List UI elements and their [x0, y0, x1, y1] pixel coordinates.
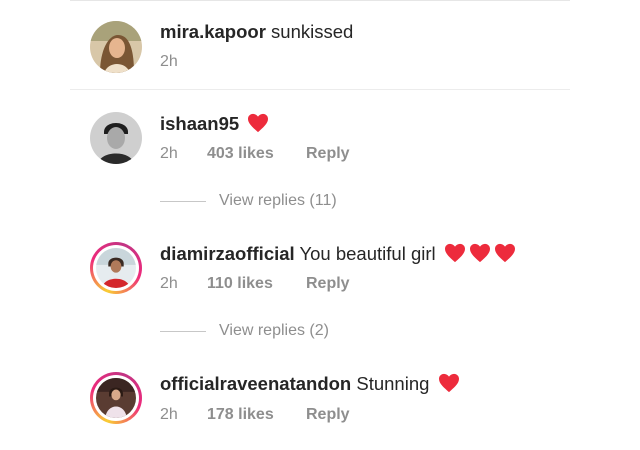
- view-replies-label: View replies (11): [219, 192, 337, 209]
- avatar-image-woman-red: [96, 248, 136, 288]
- comment-item: ishaan95 2h 403 likes Reply View replies (…: [0, 90, 640, 220]
- comment-body: Stunning: [356, 373, 430, 394]
- likes-count-link[interactable]: 403 likes: [207, 144, 306, 164]
- comment-item: mira.kapoor sunkissed 2h: [0, 0, 640, 90]
- heart-emoji-icon: [247, 113, 269, 133]
- view-replies-button[interactable]: View replies (11): [160, 191, 337, 211]
- comment-item: diamirzaofficial You beautiful girl 2h 11…: [0, 220, 640, 350]
- comment-meta: 2h 110 likes Reply: [160, 274, 350, 294]
- comment-meta: 2h: [160, 52, 207, 72]
- heart-emoji-icon: [438, 373, 460, 393]
- view-replies-label: View replies (2): [219, 322, 329, 339]
- comment-item: officialraveenatandon Stunning 2h 178 lik…: [0, 350, 640, 450]
- view-replies-line: [160, 330, 206, 332]
- likes-count-link[interactable]: 178 likes: [207, 405, 306, 425]
- comment-username[interactable]: mira.kapoor: [160, 21, 266, 42]
- avatar-image-woman-dress: [96, 378, 136, 418]
- comment-text-line: officialraveenatandon Stunning: [160, 373, 460, 395]
- comment-body: You beautiful girl: [299, 243, 436, 264]
- comment-username[interactable]: officialraveenatandon: [160, 373, 351, 394]
- avatar-story-ring[interactable]: [90, 242, 142, 294]
- comment-text-line: ishaan95: [160, 113, 269, 135]
- heart-emoji-icon: [469, 243, 491, 263]
- reply-button[interactable]: Reply: [306, 405, 350, 425]
- comment-meta: 2h 178 likes Reply: [160, 405, 350, 425]
- avatar-story-ring[interactable]: [90, 372, 142, 424]
- comment-timestamp: 2h: [160, 406, 178, 423]
- comment-username[interactable]: ishaan95: [160, 113, 239, 134]
- likes-count-link[interactable]: 110 likes: [207, 274, 306, 294]
- comment-meta: 2h 403 likes Reply: [160, 144, 350, 164]
- comment-timestamp: 2h: [160, 53, 178, 70]
- reply-button[interactable]: Reply: [306, 274, 350, 294]
- comment-timestamp: 2h: [160, 145, 178, 162]
- heart-emoji-icon: [494, 243, 516, 263]
- comment-username[interactable]: diamirzaofficial: [160, 243, 295, 264]
- view-replies-button[interactable]: View replies (2): [160, 321, 329, 341]
- comment-body: sunkissed: [271, 21, 354, 42]
- avatar[interactable]: [90, 21, 142, 73]
- avatar[interactable]: [90, 112, 142, 164]
- comment-timestamp: 2h: [160, 275, 178, 292]
- avatar-image-man: [90, 112, 142, 164]
- reply-button[interactable]: Reply: [306, 144, 350, 164]
- heart-emoji-icon: [444, 243, 466, 263]
- avatar-image-woman: [90, 21, 142, 73]
- comment-text-line: diamirzaofficial You beautiful girl: [160, 243, 516, 265]
- view-replies-line: [160, 200, 206, 202]
- comment-text-line: mira.kapoor sunkissed: [160, 21, 353, 43]
